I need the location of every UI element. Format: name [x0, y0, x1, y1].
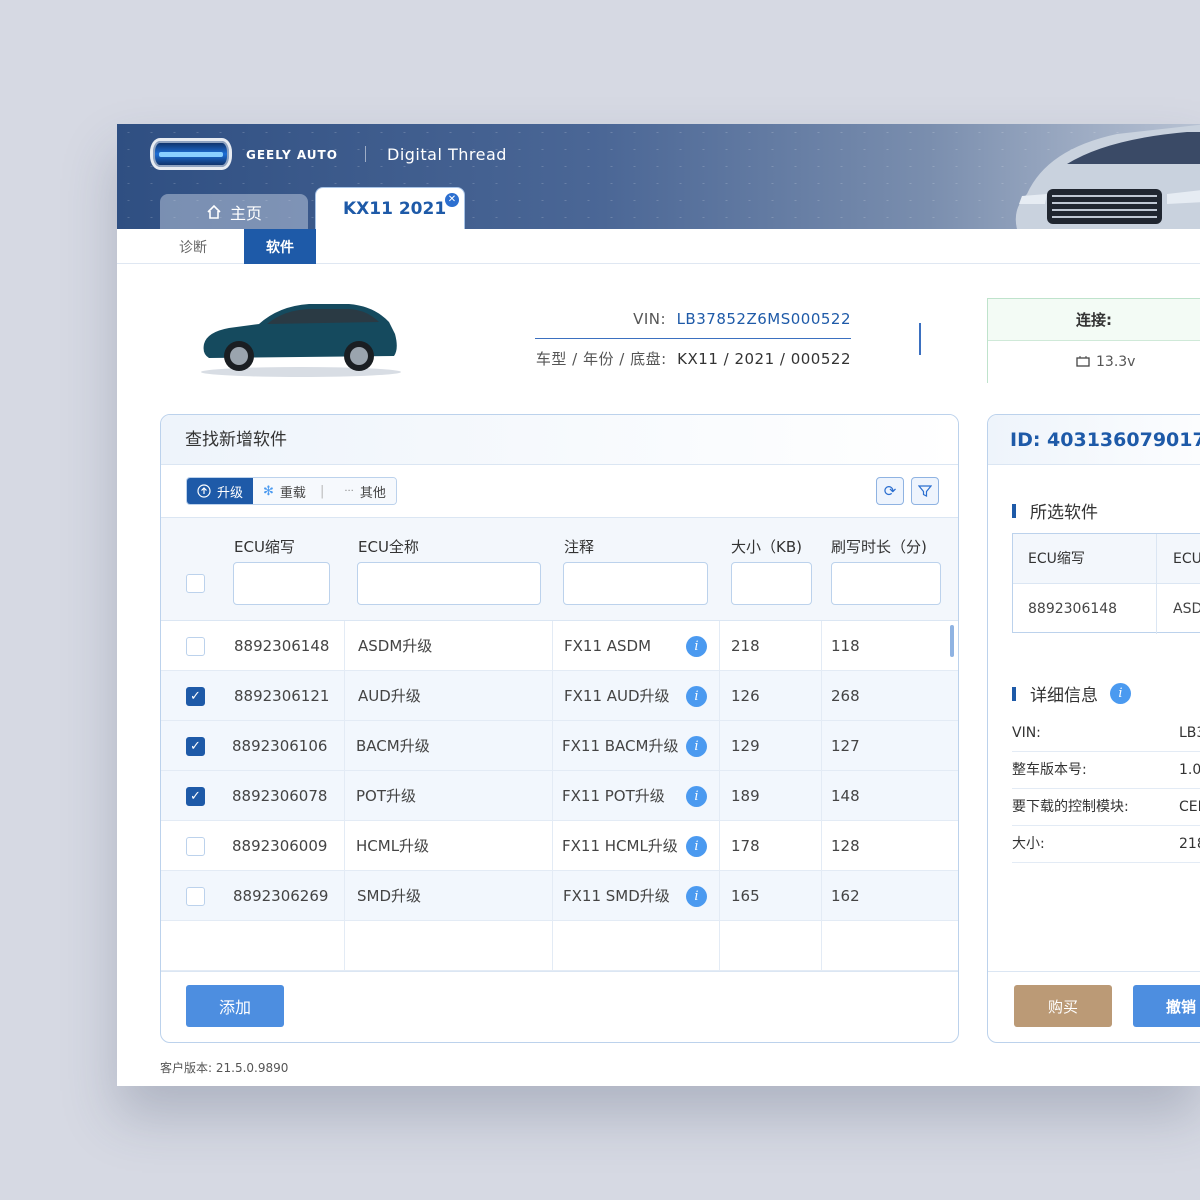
model-line: 车型 / 年份 / 底盘: KX11 / 2021 / 000522 — [497, 348, 851, 369]
subnav-item-diagnosis[interactable]: 诊断 — [157, 229, 229, 264]
model-label: 车型 / 年份 / 底盘: — [535, 350, 667, 368]
buy-button[interactable]: 购买 — [1014, 985, 1112, 1027]
subnav-item-software[interactable]: 软件 — [244, 229, 316, 264]
row-checkbox[interactable] — [186, 637, 205, 656]
table-header: ECU缩写 ECU全称 注释 大小（KB) 刷写时长（分) — [161, 517, 958, 621]
connection-voltage-row: 13.3v — [988, 341, 1200, 383]
select-all-checkbox[interactable] — [186, 574, 205, 593]
detail-row-size: 大小: 218 — [1012, 826, 1200, 863]
detail-row-vin: VIN: LB3 — [1012, 715, 1200, 752]
info-icon[interactable]: i — [686, 786, 707, 807]
panel-footer: 添加 — [161, 971, 958, 1042]
product-name: Digital Thread — [387, 145, 507, 164]
selection-panel-footer: 购买 撤销 — [988, 971, 1200, 1042]
table-body: 8892306148 ASDM升级 FX11 ASDM i 218 118 ✓ … — [161, 621, 958, 971]
table-row[interactable]: 8892306269 SMD升级 FX11 SMD升级 i 165 162 — [161, 871, 958, 921]
column-header-time: 刷写时长（分) — [831, 538, 927, 556]
info-icon[interactable]: i — [686, 836, 707, 857]
add-button[interactable]: 添加 — [186, 985, 284, 1027]
selected-software-table: ECU缩写 ECU 8892306148 ASD — [1012, 533, 1200, 634]
info-divider — [919, 323, 921, 355]
upgrade-icon — [197, 484, 211, 498]
geely-logo — [150, 138, 232, 170]
table-row[interactable]: ✓ 8892306106 BACM升级 FX11 BACM升级 i 129 12… — [161, 721, 958, 771]
refresh-button[interactable]: ⟳ — [876, 477, 904, 505]
column-header-size: 大小（KB) — [731, 538, 802, 556]
row-checkbox[interactable]: ✓ — [186, 787, 205, 806]
cancel-button[interactable]: 撤销 — [1133, 985, 1200, 1027]
selection-id: ID: 4031360790175 — [988, 415, 1200, 465]
filter-button[interactable] — [911, 477, 939, 505]
row-checkbox[interactable]: ✓ — [186, 737, 205, 756]
tab-home[interactable]: 主页 — [160, 194, 308, 229]
home-icon — [207, 204, 221, 219]
column-header-ecu: ECU缩写 — [234, 538, 295, 556]
table-scrollbar[interactable] — [950, 625, 954, 657]
close-icon[interactable]: ✕ — [445, 193, 459, 207]
info-icon[interactable]: i — [1110, 683, 1131, 704]
vin-underline — [535, 338, 851, 339]
segment-reload[interactable]: ✻ 重载 | — [253, 478, 335, 504]
connection-title: 连接: — [988, 299, 1200, 341]
refresh-icon: ⟳ — [883, 482, 897, 500]
brand-divider — [365, 146, 366, 162]
info-icon[interactable]: i — [686, 886, 707, 907]
row-checkbox[interactable]: ✓ — [186, 687, 205, 706]
info-icon[interactable]: i — [686, 636, 707, 657]
filter-time-input[interactable] — [831, 562, 941, 605]
category-segmented-control: 升级 ✻ 重载 | ··· 其他 — [186, 477, 397, 505]
brand-name: GEELY AUTO — [246, 148, 338, 162]
panel-title: 查找新增软件 — [161, 415, 958, 465]
segment-other[interactable]: ··· 其他 — [334, 478, 396, 504]
table-row-empty — [161, 921, 958, 971]
table-row[interactable]: ✓ 8892306121 AUD升级 FX11 AUD升级 i 126 268 — [161, 671, 958, 721]
filter-note-input[interactable] — [563, 562, 708, 605]
detail-row-version: 整车版本号: 1.0 — [1012, 752, 1200, 789]
table-row[interactable]: 8892306148 ASD — [1013, 584, 1200, 634]
info-icon[interactable]: i — [686, 686, 707, 707]
vin-label: VIN: — [633, 310, 667, 328]
detail-info-title: 详细信息 i — [1012, 681, 1131, 706]
segment-upgrade[interactable]: 升级 — [187, 478, 254, 504]
tab-vehicle-label: KX11 2021 — [343, 198, 447, 219]
car-side-image — [201, 304, 401, 377]
loading-icon: ✻ — [263, 483, 274, 499]
search-software-panel: 查找新增软件 升级 ✻ 重载 | ··· 其他 ⟳ ECU缩写 ECU全称 注释… — [160, 414, 959, 1043]
table-row[interactable]: ✓ 8892306078 POT升级 FX11 POT升级 i 189 148 — [161, 771, 958, 821]
tab-home-label: 主页 — [229, 203, 262, 223]
selected-software-title: 所选软件 — [1012, 498, 1098, 523]
vin-value: LB37852Z6MS000522 — [676, 310, 851, 328]
app-header: GEELY AUTO Digital Thread 主页 KX11 2021 ✕ — [117, 124, 1200, 229]
battery-icon — [1076, 356, 1090, 367]
filter-size-input[interactable] — [731, 562, 812, 605]
table-row[interactable]: 8892306148 ASDM升级 FX11 ASDM i 218 118 — [161, 621, 958, 671]
tab-vehicle[interactable]: KX11 2021 ✕ — [315, 187, 465, 229]
connection-box: 连接: 13.3v — [987, 298, 1200, 383]
selection-panel: ID: 4031360790175 所选软件 ECU缩写 ECU 8892306… — [987, 414, 1200, 1043]
row-checkbox[interactable] — [186, 837, 205, 856]
more-icon: ··· — [344, 485, 354, 497]
table-row[interactable]: 8892306009 HCML升级 FX11 HCML升级 i 178 128 — [161, 821, 958, 871]
filter-icon — [918, 485, 932, 497]
filter-ecu-input[interactable] — [233, 562, 330, 605]
sub-navigation: 诊断 软件 — [117, 229, 1200, 264]
client-version: 客户版本: 21.5.0.9890 — [160, 1061, 289, 1075]
detail-row-modules: 要下载的控制模块: CEI — [1012, 789, 1200, 826]
car-front-image — [1015, 124, 1200, 229]
vin-line: VIN: LB37852Z6MS000522 — [537, 310, 851, 328]
voltage-value: 13.3v — [1096, 354, 1136, 370]
info-icon[interactable]: i — [686, 736, 707, 757]
model-value: KX11 / 2021 / 000522 — [677, 350, 851, 368]
column-header-note: 注释 — [564, 538, 595, 556]
app-window: GEELY AUTO Digital Thread 主页 KX11 2021 ✕… — [117, 124, 1200, 1086]
filter-ecu-name-input[interactable] — [357, 562, 541, 605]
column-header-ecu-name: ECU全称 — [358, 538, 419, 556]
row-checkbox[interactable] — [186, 887, 205, 906]
